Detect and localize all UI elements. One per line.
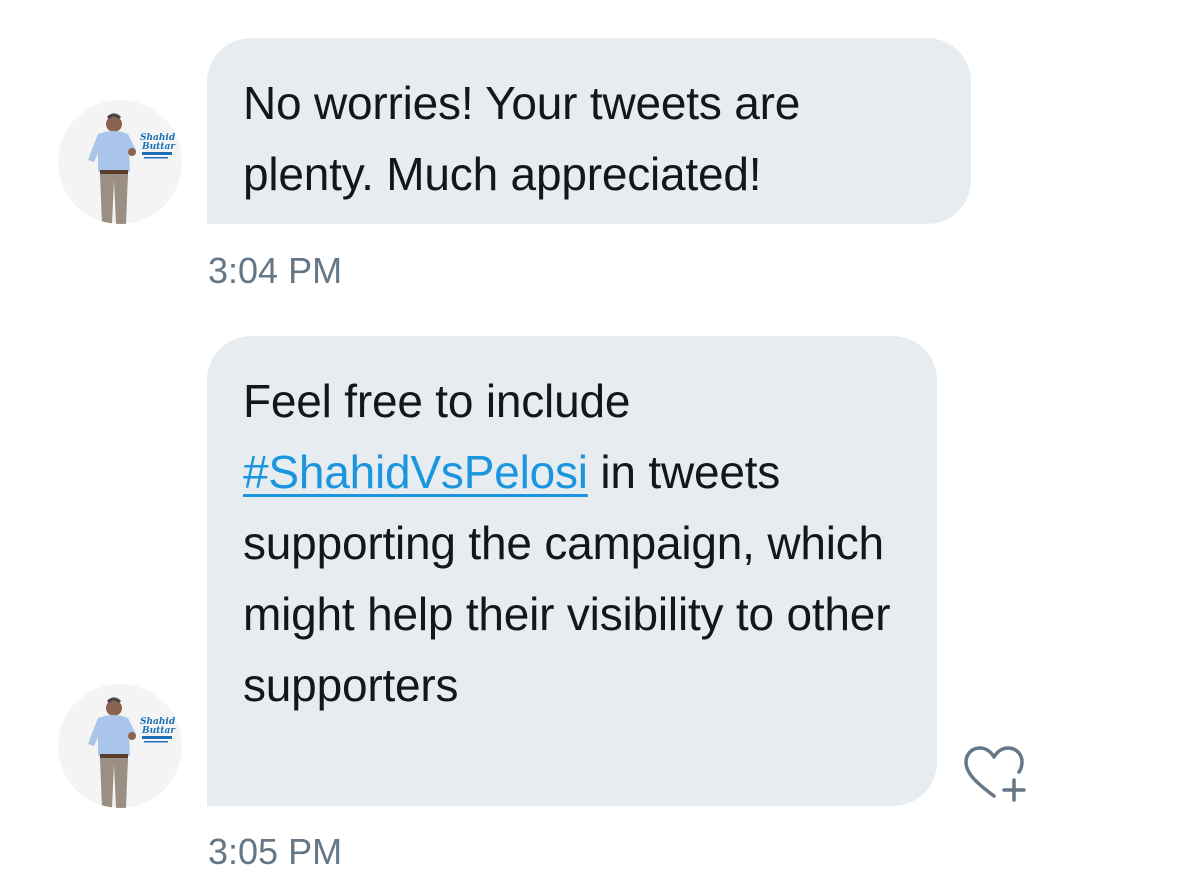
message-bubble[interactable]: No worries! Your tweets are plenty. Much… — [207, 38, 971, 224]
message-text: No worries! Your tweets are plenty. Much… — [243, 77, 801, 200]
message-bubble[interactable]: Feel free to include #ShahidVsPelosi in … — [207, 336, 937, 806]
message-text: Feel free to include #ShahidVsPelosi in … — [243, 366, 913, 721]
sender-avatar[interactable]: Shahid Buttar — [58, 100, 182, 224]
message-timestamp: 3:04 PM — [208, 250, 343, 291]
message-text-start: Feel free to include — [243, 375, 631, 427]
sender-avatar[interactable]: Shahid Buttar — [58, 684, 182, 808]
hashtag-link[interactable]: #ShahidVsPelosi — [243, 446, 588, 498]
dm-conversation: Shahid Buttar No worries! Your tweets ar… — [0, 0, 1200, 894]
heart-plus-icon — [964, 746, 1026, 802]
svg-text:Buttar: Buttar — [141, 142, 176, 152]
like-button[interactable] — [958, 742, 1030, 806]
svg-text:Buttar: Buttar — [141, 726, 176, 736]
message-timestamp: 3:05 PM — [208, 831, 343, 872]
